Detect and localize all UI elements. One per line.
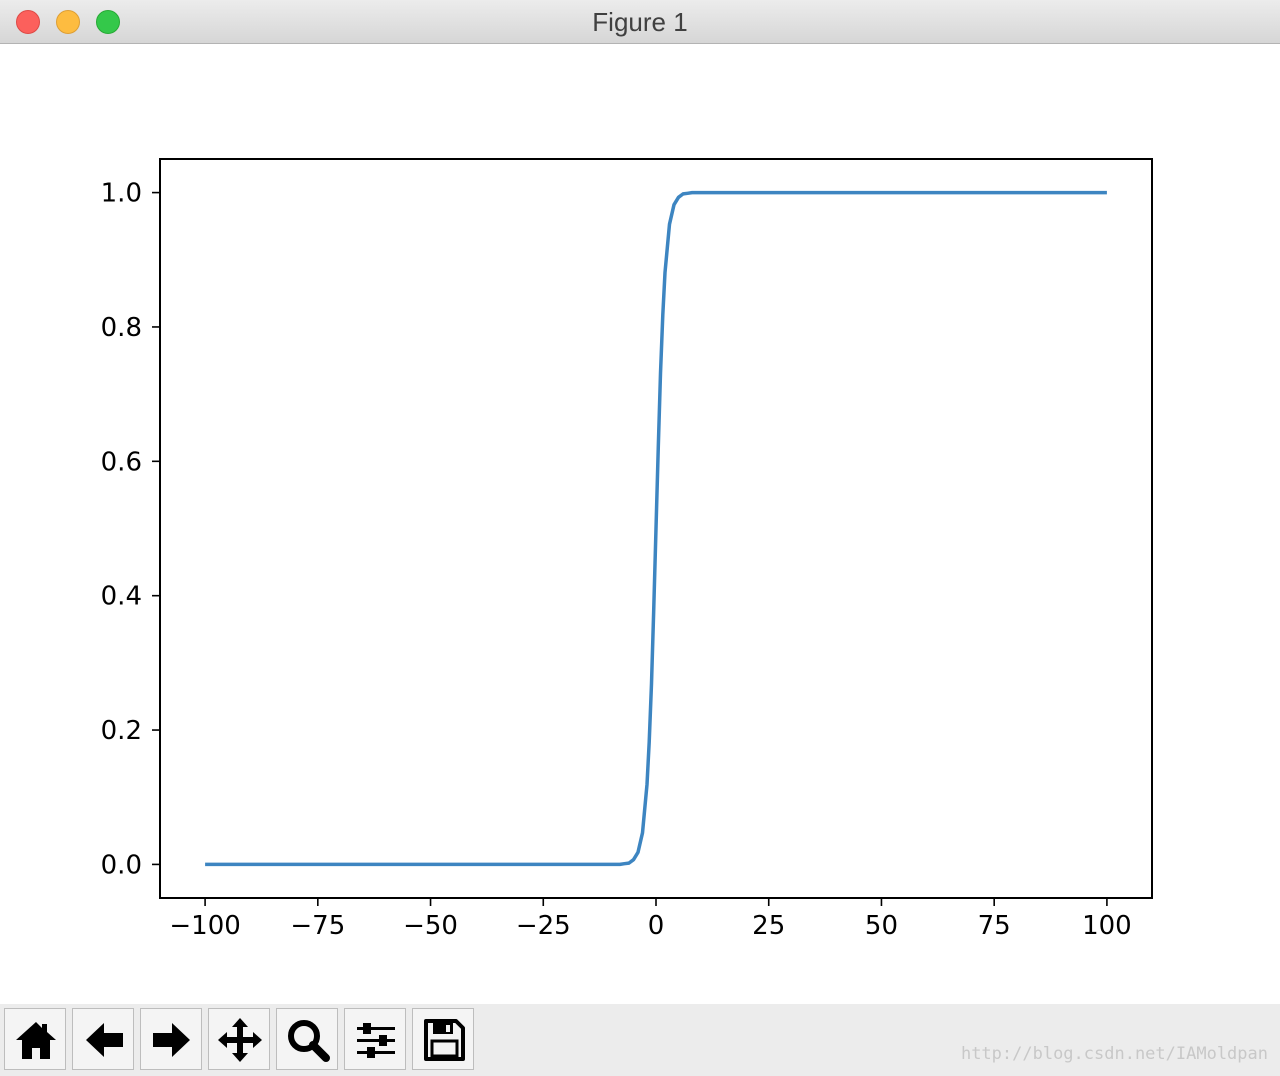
x-tick-label: −75 — [290, 911, 345, 941]
figure-canvas[interactable]: −100 −75 −50 −25 0 25 50 75 100 0.0 0.2 0.4 0.6 0.8 1.… — [0, 44, 1280, 1004]
sliders-icon — [357, 1023, 395, 1058]
x-tick-label: 25 — [752, 911, 785, 941]
x-tick-label: 50 — [865, 911, 898, 941]
magnifier-icon — [288, 1020, 330, 1062]
x-tick-label: −25 — [516, 911, 571, 941]
x-tick-label: 75 — [978, 911, 1011, 941]
watermark-text: http://blog.csdn.net/IAMoldpan — [960, 1044, 1268, 1064]
forward-button[interactable] — [140, 1008, 202, 1070]
x-tick-label: 0 — [648, 911, 665, 941]
title-bar: Figure 1 — [0, 0, 1280, 44]
y-tick-label: 0.4 — [101, 582, 142, 612]
subplots-button[interactable] — [344, 1008, 406, 1070]
y-tick-label: 0.2 — [101, 716, 142, 746]
x-tick-label: −100 — [169, 911, 240, 941]
x-tick-label: −50 — [403, 911, 458, 941]
zoom-button[interactable] — [276, 1008, 338, 1070]
save-button[interactable] — [412, 1008, 474, 1070]
move-icon — [218, 1018, 262, 1062]
navigation-toolbar: http://blog.csdn.net/IAMoldpan — [0, 1004, 1280, 1076]
arrow-left-icon — [86, 1023, 123, 1057]
floppy-disk-icon — [424, 1019, 465, 1061]
figure-window: Figure 1 −100 −75 −50 −25 0 25 50 75 100 0.0 0.2 0.… — [0, 0, 1280, 1076]
window-title: Figure 1 — [592, 7, 688, 37]
back-button[interactable] — [72, 1008, 134, 1070]
x-tick-label: 100 — [1082, 911, 1132, 941]
y-tick-label: 0.6 — [101, 447, 142, 477]
sigmoid-line-chart[interactable]: −100 −75 −50 −25 0 25 50 75 100 0.0 0.2 0.4 0.6 0.8 1.… — [0, 44, 1280, 1004]
home-button[interactable] — [4, 1008, 66, 1070]
y-tick-label: 0.8 — [101, 313, 142, 343]
home-icon — [16, 1022, 56, 1059]
y-tick-label: 1.0 — [101, 179, 142, 209]
y-tick-label: 0.0 — [101, 850, 142, 880]
arrow-right-icon — [153, 1023, 190, 1057]
pan-button[interactable] — [208, 1008, 270, 1070]
